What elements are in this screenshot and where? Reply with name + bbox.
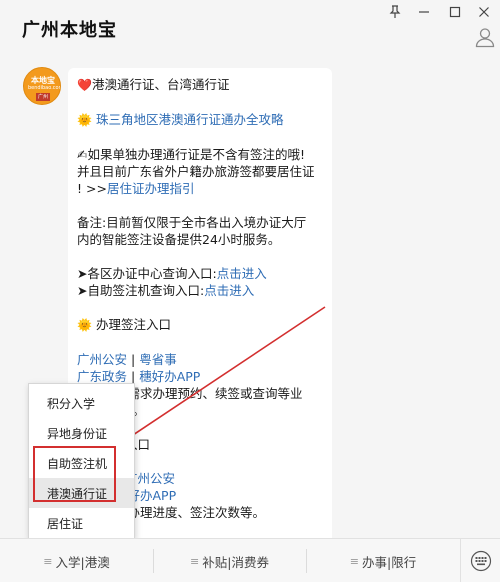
menu-item-self-service[interactable]: 自助签注机 (29, 448, 134, 478)
menu-item-residence-permit[interactable]: 居住证 (29, 508, 134, 538)
self-service-query-line: ➤自助签注机查询入口:点击进入 (77, 283, 255, 298)
title-bar: 广州本地宝 (0, 0, 500, 58)
keyboard-icon[interactable] (460, 539, 500, 582)
popup-menu: 积分入学 异地身份证 自助签注机 港澳通行证 居住证 (28, 383, 135, 539)
avatar-bottom-text: 广州 (36, 93, 50, 101)
yueshengshi-link[interactable]: 粤省事 (139, 352, 177, 367)
residence-permit-guide-link[interactable]: 居住证办理指引 (107, 181, 195, 196)
note-line-2: 并且目前广东省外户籍办旅游签都要居住证 (77, 164, 315, 179)
gd-gov-link[interactable]: 广东政务 (77, 369, 127, 384)
menu-lines-icon: ≡ (43, 554, 53, 568)
district-query-line: ➤各区办证中心查询入口:点击进入 (77, 266, 267, 281)
menu-item-points-school[interactable]: 积分入学 (29, 388, 134, 418)
menu-lines-icon: ≡ (349, 554, 359, 568)
remark-line-1: 备注:目前暂仅限于全市各出入境办证大厅 (77, 215, 307, 230)
maximize-icon[interactable] (443, 2, 467, 22)
menu-item-id-card[interactable]: 异地身份证 (29, 418, 134, 448)
pin-icon[interactable] (383, 2, 407, 22)
self-service-query-link[interactable]: 点击进入 (204, 283, 254, 298)
heart-icon: ❤️ (77, 78, 92, 92)
tab-affairs-traffic[interactable]: ≡ 办事|限行 (306, 539, 460, 582)
sun-icon: 🌞 (77, 318, 92, 332)
note-line-1: ✍如果单独办理通行证是不含有签注的哦! (77, 147, 305, 162)
tab-school-hkmacau[interactable]: ≡ 入学|港澳 (0, 539, 153, 582)
note-line-3: ! >>居住证办理指引 (77, 181, 195, 196)
suihaoban-link[interactable]: 穗好办APP (139, 369, 200, 384)
endorsement-heading: 🌞 办理签注入口 (77, 317, 171, 332)
district-query-link[interactable]: 点击进入 (217, 266, 267, 281)
bottom-menu-bar: ≡ 入学|港澳 ≡ 补贴|消费券 ≡ 办事|限行 (0, 538, 500, 582)
avatar[interactable]: 本地宝 bendibao.com 广州 (23, 67, 61, 105)
menu-item-hk-macau-permit[interactable]: 港澳通行证 (29, 478, 134, 508)
tab-subsidy[interactable]: ≡ 补贴|消费券 (153, 539, 306, 582)
app-title: 广州本地宝 (22, 20, 117, 41)
remark-line-2: 内的智能签注设备提供24小时服务。 (77, 232, 281, 247)
menu-lines-icon: ≡ (190, 554, 200, 568)
user-icon[interactable] (474, 26, 496, 48)
avatar-mid-text: bendibao.com (28, 85, 61, 91)
sun-icon: 🌞 (77, 113, 92, 127)
link-row-1: 广州公安 | 粤省事 (77, 352, 177, 367)
line-guide: 🌞 珠三角地区港澳通行证通办全攻略 (77, 111, 323, 129)
guide-link[interactable]: 珠三角地区港澳通行证通办全攻略 (96, 112, 284, 127)
close-icon[interactable] (472, 2, 496, 22)
minimize-icon[interactable] (412, 2, 436, 22)
gz-police-link[interactable]: 广州公安 (77, 352, 127, 367)
line-passports: ❤️港澳通行证、台湾通行证 (77, 77, 230, 92)
